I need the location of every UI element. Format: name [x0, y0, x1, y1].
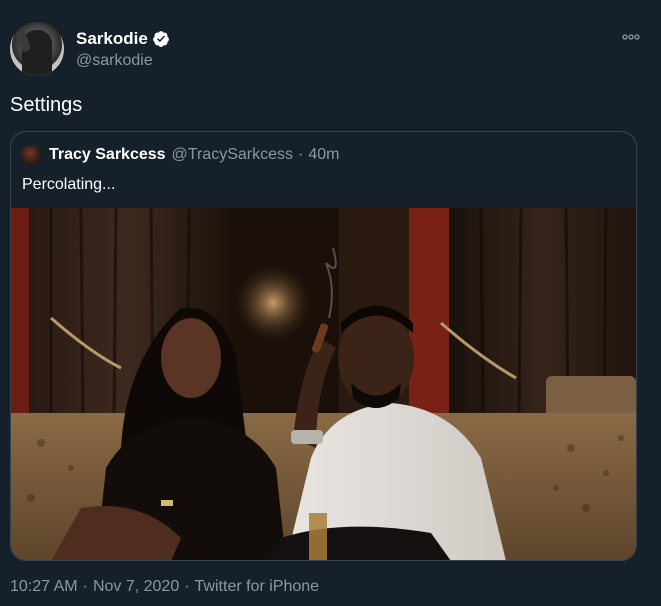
author-avatar[interactable]	[10, 22, 64, 76]
meta-separator: ·	[82, 578, 88, 595]
author-display-name[interactable]: Sarkodie	[76, 29, 148, 49]
quoted-tweet-card[interactable]: Tracy Sarkcess @TracySarkcess · 40m Perc…	[10, 131, 637, 561]
display-name-line: Sarkodie	[76, 28, 170, 50]
author-handle[interactable]: @sarkodie	[76, 52, 170, 70]
tweet: Sarkodie @sarkodie Settings Tracy Sarkce…	[0, 0, 661, 606]
quoted-author-handle: @TracySarkcess	[171, 146, 293, 163]
more-options-icon[interactable]	[619, 28, 643, 46]
quoted-timestamp: 40m	[308, 146, 340, 163]
tweet-text: Settings	[10, 94, 83, 116]
quoted-author-avatar	[21, 145, 41, 165]
verified-badge-icon	[152, 30, 170, 48]
quoted-tweet-header: Tracy Sarkcess @TracySarkcess · 40m	[21, 144, 339, 166]
meta-separator: ·	[184, 578, 190, 595]
author-row: Sarkodie @sarkodie	[10, 22, 651, 78]
quoted-tweet-photo[interactable]	[11, 208, 636, 560]
tweet-time[interactable]: 10:27 AM	[10, 578, 78, 596]
quoted-separator: ·	[298, 146, 304, 163]
quoted-tweet-text: Percolating...	[22, 176, 116, 193]
tweet-metadata: 10:27 AM · Nov 7, 2020 · Twitter for iPhone	[10, 578, 319, 596]
tweet-source-link[interactable]: Twitter for iPhone	[195, 578, 320, 596]
tweet-date[interactable]: Nov 7, 2020	[93, 578, 179, 596]
author-names: Sarkodie @sarkodie	[76, 28, 170, 70]
quoted-author-display-name: Tracy Sarkcess	[49, 146, 166, 163]
